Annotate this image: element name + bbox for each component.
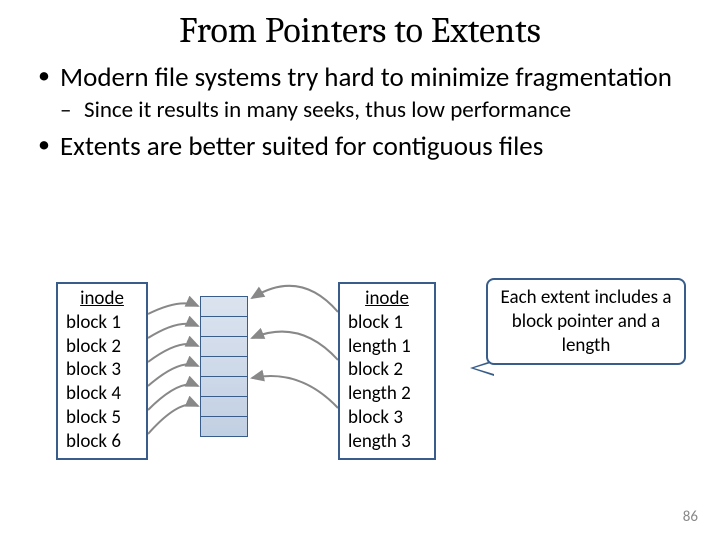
- inode-pointers-box: inode block 1 block 2 block 3 block 4 bl…: [56, 282, 148, 460]
- inode-right-row: length 2: [348, 382, 426, 406]
- inode-extents-box: inode block 1 length 1 block 2 length 2 …: [338, 282, 436, 460]
- slide-title: From Pointers to Extents: [30, 10, 690, 51]
- bullet-list: Modern file systems try hard to minimize…: [38, 61, 690, 163]
- block-row: [201, 337, 247, 357]
- inode-left-row: block 6: [66, 430, 138, 454]
- block-row: [201, 377, 247, 397]
- inode-right-header: inode: [348, 287, 426, 311]
- inode-right-row: block 2: [348, 358, 426, 382]
- block-row: [201, 357, 247, 377]
- inode-left-header: inode: [66, 287, 138, 311]
- sub-bullet-1: Since it results in many seeks, thus low…: [60, 96, 690, 124]
- disk-blocks-table: [200, 296, 248, 437]
- sub-bullet-list: Since it results in many seeks, thus low…: [60, 96, 690, 124]
- inode-left-row: block 5: [66, 406, 138, 430]
- bullet-1: Modern file systems try hard to minimize…: [38, 61, 690, 124]
- inode-left-row: block 2: [66, 335, 138, 359]
- page-number: 86: [683, 508, 698, 526]
- block-row: [201, 317, 247, 337]
- inode-right-row: length 1: [348, 335, 426, 359]
- callout-box: Each extent includes a block pointer and…: [486, 278, 686, 365]
- inode-right-row: length 3: [348, 430, 426, 454]
- inode-left-row: block 3: [66, 358, 138, 382]
- inode-left-row: block 1: [66, 311, 138, 335]
- block-row: [201, 417, 247, 436]
- inode-right-row: block 1: [348, 311, 426, 335]
- block-row: [201, 297, 247, 317]
- inode-right-row: block 3: [348, 406, 426, 430]
- inode-left-row: block 4: [66, 382, 138, 406]
- bullet-1-text: Modern file systems try hard to minimize…: [60, 61, 672, 94]
- block-row: [201, 397, 247, 417]
- diagram-area: inode block 1 block 2 block 3 block 4 bl…: [0, 278, 720, 498]
- bullet-2: Extents are better suited for contiguous…: [38, 130, 690, 163]
